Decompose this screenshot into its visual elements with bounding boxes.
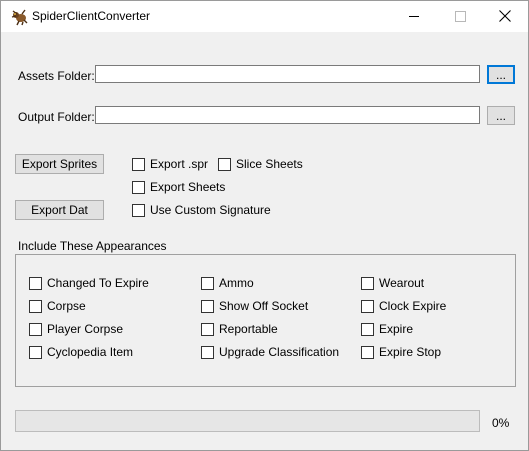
assets-browse-button[interactable]: ... bbox=[487, 65, 515, 84]
checkbox-box[interactable] bbox=[201, 276, 214, 290]
slice-sheets-label: Slice Sheets bbox=[236, 157, 303, 171]
checkbox-box[interactable] bbox=[361, 345, 374, 359]
checkbox-box[interactable] bbox=[201, 345, 214, 359]
export-sheets-box[interactable] bbox=[132, 180, 145, 194]
title-bar[interactable]: SpiderClientConverter bbox=[1, 1, 528, 32]
appearance-label: Expire Stop bbox=[379, 345, 442, 359]
appearance-checkbox-changed-to-expire[interactable]: Changed To Expire bbox=[29, 276, 149, 290]
use-custom-signature-label: Use Custom Signature bbox=[150, 203, 271, 217]
use-custom-signature-box[interactable] bbox=[132, 203, 145, 217]
close-button[interactable] bbox=[482, 1, 528, 32]
checkbox-box[interactable] bbox=[29, 322, 42, 336]
output-browse-button[interactable]: ... bbox=[487, 106, 515, 125]
appearance-checkbox-corpse[interactable]: Corpse bbox=[29, 299, 86, 313]
export-spr-box[interactable] bbox=[132, 157, 145, 171]
export-dat-button[interactable]: Export Dat bbox=[15, 200, 104, 220]
assets-folder-label: Assets Folder: bbox=[18, 69, 95, 83]
export-spr-label: Export .spr bbox=[150, 157, 209, 171]
use-custom-signature-checkbox[interactable]: Use Custom Signature bbox=[132, 203, 271, 217]
export-spr-checkbox[interactable]: Export .spr bbox=[132, 157, 208, 171]
appearance-label: Player Corpse bbox=[47, 322, 124, 336]
appearance-label: Upgrade Classification bbox=[219, 345, 340, 359]
checkbox-box[interactable] bbox=[29, 345, 42, 359]
close-icon bbox=[499, 10, 511, 22]
export-sheets-label: Export Sheets bbox=[150, 180, 226, 194]
checkbox-box[interactable] bbox=[361, 276, 374, 290]
slice-sheets-checkbox[interactable]: Slice Sheets bbox=[218, 157, 303, 171]
appearance-label: Changed To Expire bbox=[47, 276, 149, 290]
appearance-checkbox-expire-stop[interactable]: Expire Stop bbox=[361, 345, 441, 359]
appearance-checkbox-cyclopedia-item[interactable]: Cyclopedia Item bbox=[29, 345, 133, 359]
appearances-group-label: Include These Appearances bbox=[18, 239, 167, 253]
assets-folder-input[interactable] bbox=[95, 65, 480, 83]
checkbox-box[interactable] bbox=[201, 299, 214, 313]
appearance-label: Ammo bbox=[219, 276, 254, 290]
checkbox-box[interactable] bbox=[361, 322, 374, 336]
appearance-checkbox-clock-expire[interactable]: Clock Expire bbox=[361, 299, 446, 313]
output-folder-input[interactable] bbox=[95, 106, 480, 124]
appearance-checkbox-show-off-socket[interactable]: Show Off Socket bbox=[201, 299, 308, 313]
appearance-checkbox-player-corpse[interactable]: Player Corpse bbox=[29, 322, 123, 336]
appearance-label: Show Off Socket bbox=[219, 299, 309, 313]
checkbox-box[interactable] bbox=[29, 276, 42, 290]
checkbox-box[interactable] bbox=[201, 322, 214, 336]
appearance-label: Wearout bbox=[379, 276, 425, 290]
progress-percent-label: 0% bbox=[492, 416, 510, 430]
slice-sheets-box[interactable] bbox=[218, 157, 231, 171]
appearance-label: Corpse bbox=[47, 299, 86, 313]
appearance-checkbox-reportable[interactable]: Reportable bbox=[201, 322, 278, 336]
export-sprites-button[interactable]: Export Sprites bbox=[15, 154, 104, 174]
appearance-label: Expire bbox=[379, 322, 414, 336]
export-sheets-checkbox[interactable]: Export Sheets bbox=[132, 180, 225, 194]
appearance-label: Clock Expire bbox=[379, 299, 447, 313]
minimize-button[interactable] bbox=[391, 1, 437, 32]
appearance-label: Reportable bbox=[219, 322, 278, 336]
appearance-checkbox-upgrade-classification[interactable]: Upgrade Classification bbox=[201, 345, 339, 359]
appearances-group: Changed To Expire Corpse Player Corpse C… bbox=[15, 254, 516, 387]
output-folder-label: Output Folder: bbox=[18, 110, 95, 124]
appearance-checkbox-expire[interactable]: Expire bbox=[361, 322, 413, 336]
progress-bar bbox=[15, 410, 480, 432]
app-window: SpiderClientConverter Assets Folder: ...… bbox=[0, 0, 529, 451]
window-title: SpiderClientConverter bbox=[32, 9, 151, 23]
appearance-checkbox-wearout[interactable]: Wearout bbox=[361, 276, 424, 290]
appearance-checkbox-ammo[interactable]: Ammo bbox=[201, 276, 254, 290]
maximize-button[interactable] bbox=[437, 1, 483, 32]
spider-app-icon bbox=[11, 9, 28, 26]
checkbox-box[interactable] bbox=[29, 299, 42, 313]
appearance-label: Cyclopedia Item bbox=[47, 345, 134, 359]
checkbox-box[interactable] bbox=[361, 299, 374, 313]
